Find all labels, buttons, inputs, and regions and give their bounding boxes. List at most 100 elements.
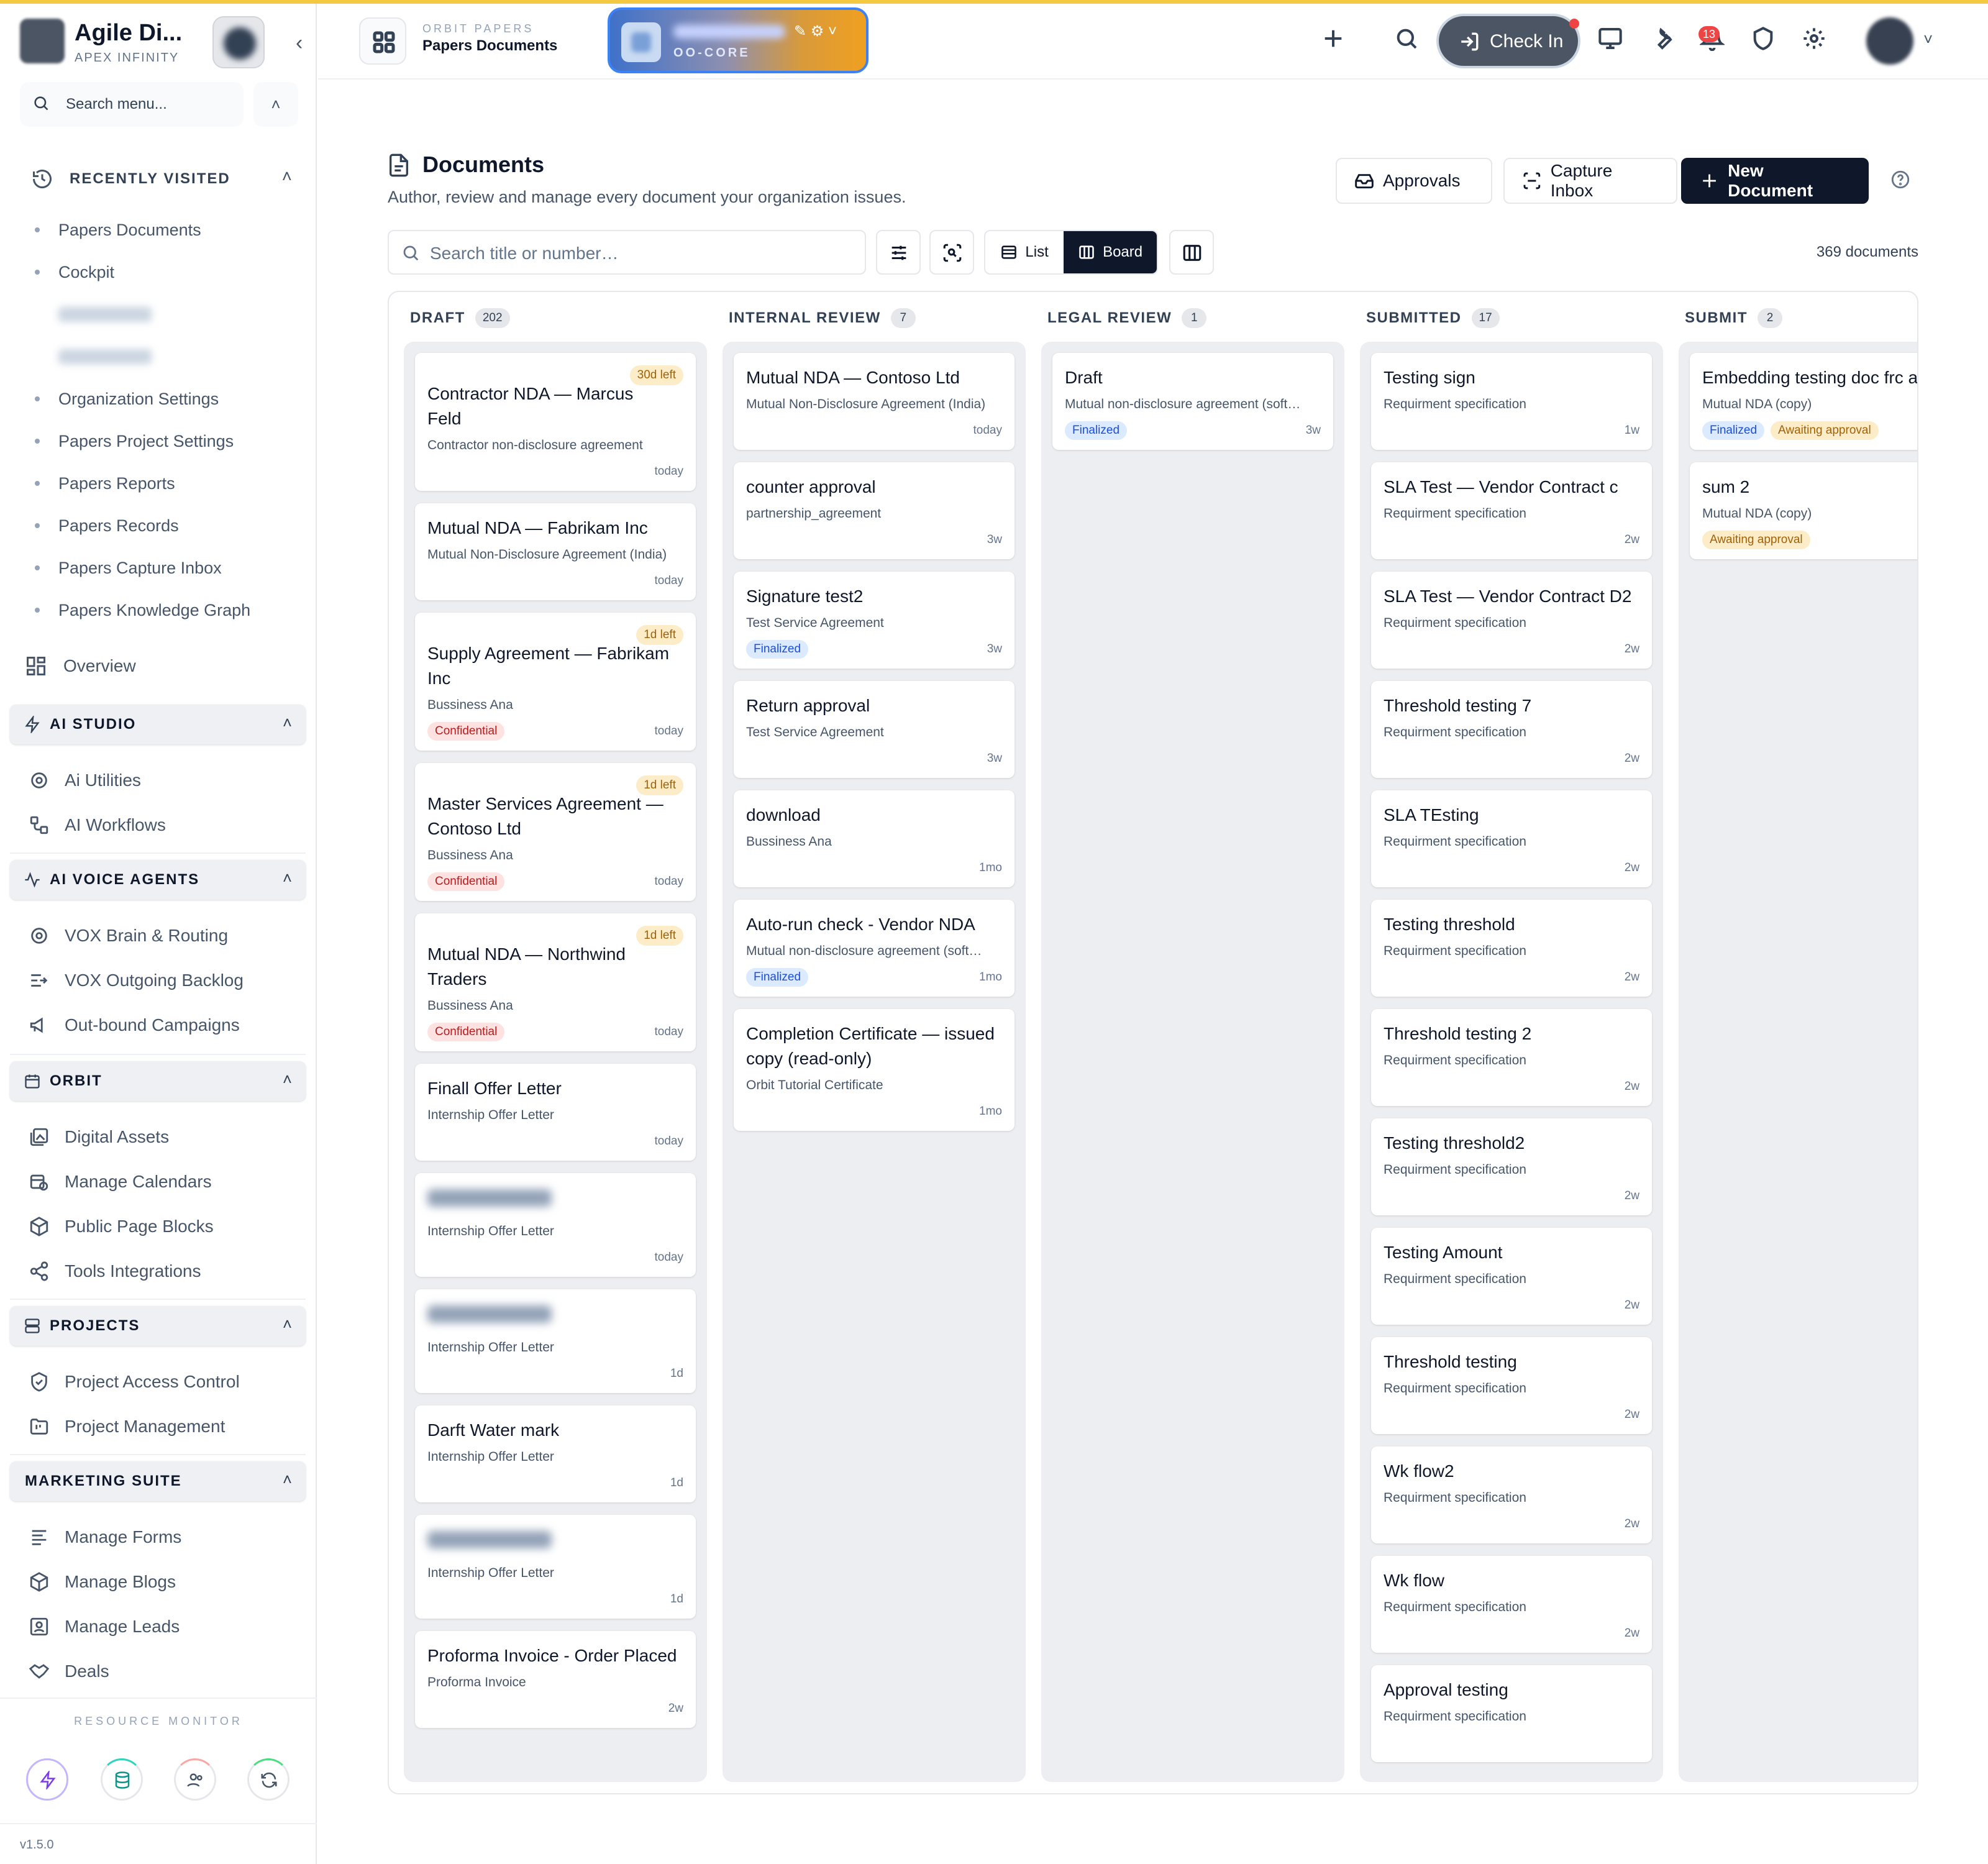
sidebar-item-blogs[interactable]: Manage Blogs xyxy=(29,1563,302,1601)
document-card[interactable]: 1d left Master Services Agreement — Conto… xyxy=(415,763,696,901)
edit-icon[interactable]: ✎ xyxy=(794,23,806,40)
document-card[interactable]: download Bussiness Ana 1mo xyxy=(734,790,1015,887)
new-document-button[interactable]: New Document xyxy=(1681,158,1869,204)
card-template: Proforma Invoice xyxy=(427,1675,526,1689)
sidebar-item-calendars[interactable]: Manage Calendars xyxy=(29,1163,302,1200)
document-card[interactable]: Testing threshold Requirment specificatio… xyxy=(1371,900,1652,997)
sidebar-item-campaigns[interactable]: Out-bound Campaigns xyxy=(29,1007,302,1044)
cpu-monitor[interactable] xyxy=(26,1758,68,1801)
document-card[interactable]: Embedding testing doc frc apilab Mutual N… xyxy=(1690,353,1917,450)
document-card[interactable]: Darft Water mark Internship Offer Letter 1… xyxy=(415,1405,696,1502)
document-card[interactable]: 1d left Mutual NDA — Northwind Traders Bus… xyxy=(415,913,696,1051)
document-search-input[interactable]: Search title or number… xyxy=(388,230,866,275)
sidebar-item-ai-utilities[interactable]: Ai Utilities xyxy=(29,762,302,799)
brand[interactable]: Agile Di... APEX INFINITY ‹ xyxy=(20,16,303,68)
document-card[interactable]: Testing threshold2 Requirment specificati… xyxy=(1371,1118,1652,1215)
document-card[interactable]: Draft Mutual non-disclosure agreement (so… xyxy=(1052,353,1333,450)
check-in-button[interactable]: Check In xyxy=(1436,14,1580,68)
help-icon[interactable] xyxy=(1890,169,1911,190)
document-card[interactable]: Wk flow2 Requirment specification 2w xyxy=(1371,1446,1652,1543)
document-card[interactable]: sum 2 Mutual NDA (copy) Awaiting approval xyxy=(1690,462,1917,559)
chevron-down-icon[interactable]: ˅ xyxy=(828,23,837,40)
document-card[interactable]: Threshold testing 2 Requirment specificat… xyxy=(1371,1009,1652,1106)
sidebar-item-deals[interactable]: Deals xyxy=(29,1653,302,1690)
recent-item[interactable]: Papers Capture Inbox xyxy=(31,547,292,589)
sidebar-item-overview[interactable]: Overview xyxy=(25,647,304,685)
gear-icon[interactable]: ⚙ xyxy=(811,23,824,40)
sidebar-item-vox-brain[interactable]: VOX Brain & Routing xyxy=(29,917,302,954)
workspace-switcher[interactable]: OO-CORE ✎ ⚙ ˅ xyxy=(608,7,869,73)
columns-button[interactable] xyxy=(1169,230,1214,275)
document-card[interactable]: Mutual NDA — Fabrikam Inc Mutual Non-Disc… xyxy=(415,503,696,600)
org-avatar[interactable] xyxy=(212,16,265,68)
recent-item[interactable]: Papers Records xyxy=(31,505,292,547)
section-ai-voice-agents[interactable]: AI VOICE AGENTS ˄ xyxy=(10,860,306,900)
security-button[interactable] xyxy=(1751,26,1781,56)
view-board-button[interactable]: Board xyxy=(1064,231,1157,273)
sync-monitor[interactable] xyxy=(247,1758,290,1801)
section-orbit[interactable]: ORBIT ˄ xyxy=(10,1061,306,1101)
recent-item[interactable]: Organization Settings xyxy=(31,378,292,420)
scan-search-button[interactable] xyxy=(929,230,974,275)
document-card[interactable]: Testing sign Requirment specification 1w xyxy=(1371,353,1652,450)
document-card[interactable]: SLA Test — Vendor Contract c Requirment s… xyxy=(1371,462,1652,559)
sidebar-item-digital-assets[interactable]: Digital Assets xyxy=(29,1118,302,1156)
search-menu-input[interactable]: Search menu... xyxy=(20,82,244,127)
user-avatar[interactable] xyxy=(1866,17,1913,65)
tools-button[interactable] xyxy=(1649,26,1679,56)
document-card[interactable]: Wk flow Requirment specification 2w xyxy=(1371,1556,1652,1653)
search-button[interactable] xyxy=(1394,26,1424,56)
document-card[interactable]: Auto-run check - Vendor NDA Mutual non-di… xyxy=(734,900,1015,997)
section-projects[interactable]: PROJECTS ˄ xyxy=(10,1306,306,1346)
chevron-down-icon[interactable]: ˅ xyxy=(1923,30,1933,49)
document-card[interactable]: Threshold testing Requirment specificatio… xyxy=(1371,1337,1652,1434)
sidebar-item-integrations[interactable]: Tools Integrations xyxy=(29,1253,302,1290)
document-card[interactable]: Proforma Invoice - Order Placed Proforma … xyxy=(415,1631,696,1728)
document-card[interactable]: Internship Offer Letter 1d xyxy=(415,1515,696,1619)
recent-item[interactable]: Papers Documents xyxy=(31,209,292,251)
document-card[interactable]: 1d left Supply Agreement — Fabrikam Inc Bu… xyxy=(415,613,696,751)
add-button[interactable] xyxy=(1321,26,1351,56)
recently-visited-header[interactable]: RECENTLY VISITED ˄ xyxy=(31,164,292,196)
sidebar-item-vox-backlog[interactable]: VOX Outgoing Backlog xyxy=(29,962,302,999)
chevron-left-icon[interactable]: ‹ xyxy=(296,31,303,55)
approvals-button[interactable]: Approvals xyxy=(1336,158,1492,204)
sidebar-item-ai-workflows[interactable]: AI Workflows xyxy=(29,806,302,844)
document-card[interactable]: Testing Amount Requirment specification 2w xyxy=(1371,1228,1652,1325)
monitor-button[interactable] xyxy=(1598,26,1628,56)
document-card[interactable]: counter approval partnership_agreement 3w xyxy=(734,462,1015,559)
sidebar-item-leads[interactable]: Manage Leads xyxy=(29,1608,302,1645)
document-card[interactable]: SLA TEsting Requirment specification 2w xyxy=(1371,790,1652,887)
sidebar-item-forms[interactable]: Manage Forms xyxy=(29,1519,302,1556)
recent-item[interactable]: Papers Knowledge Graph xyxy=(31,589,292,631)
recent-item[interactable]: Cockpit xyxy=(31,251,292,293)
sidebar-item-access-control[interactable]: Project Access Control xyxy=(29,1363,302,1400)
document-card[interactable]: Return approval Test Service Agreement 3w xyxy=(734,681,1015,778)
storage-monitor[interactable] xyxy=(101,1758,143,1801)
document-card[interactable]: Approval testing Requirment specification xyxy=(1371,1665,1652,1762)
document-card[interactable]: Internship Offer Letter today xyxy=(415,1173,696,1277)
sidebar-item-page-blocks[interactable]: Public Page Blocks xyxy=(29,1208,302,1245)
users-monitor[interactable] xyxy=(174,1758,216,1801)
document-card[interactable]: SLA Test — Vendor Contract D2 Requirment … xyxy=(1371,572,1652,669)
document-card[interactable]: Finall Offer Letter Internship Offer Lett… xyxy=(415,1064,696,1161)
document-card[interactable]: Signature test2 Test Service Agreement Fin… xyxy=(734,572,1015,669)
document-card[interactable]: Internship Offer Letter 1d xyxy=(415,1289,696,1393)
document-card[interactable]: 30d left Contractor NDA — Marcus Feld Cont… xyxy=(415,353,696,491)
recent-item[interactable]: Papers Project Settings xyxy=(31,420,292,462)
sidebar-item-project-management[interactable]: Project Management xyxy=(29,1408,302,1445)
document-card[interactable]: Mutual NDA — Contoso Ltd Mutual Non-Discl… xyxy=(734,353,1015,450)
section-marketing-suite[interactable]: MARKETING SUITE ˄ xyxy=(10,1461,306,1501)
section-ai-studio[interactable]: AI STUDIO ˄ xyxy=(10,705,306,744)
chevron-up-icon[interactable]: ˄ xyxy=(253,82,298,127)
settings-button[interactable] xyxy=(1802,26,1831,56)
document-card[interactable]: Threshold testing 7 Requirment specificat… xyxy=(1371,681,1652,778)
app-switcher-button[interactable] xyxy=(359,17,406,65)
recent-item[interactable]: Papers Reports xyxy=(31,462,292,505)
recent-item-redacted[interactable] xyxy=(31,336,292,378)
view-list-button[interactable]: List xyxy=(985,231,1064,273)
recent-item-redacted[interactable] xyxy=(31,293,292,336)
document-card[interactable]: Completion Certificate — issued copy (re… xyxy=(734,1009,1015,1131)
filter-button[interactable] xyxy=(876,230,921,275)
capture-inbox-button[interactable]: Capture Inbox xyxy=(1503,158,1677,204)
